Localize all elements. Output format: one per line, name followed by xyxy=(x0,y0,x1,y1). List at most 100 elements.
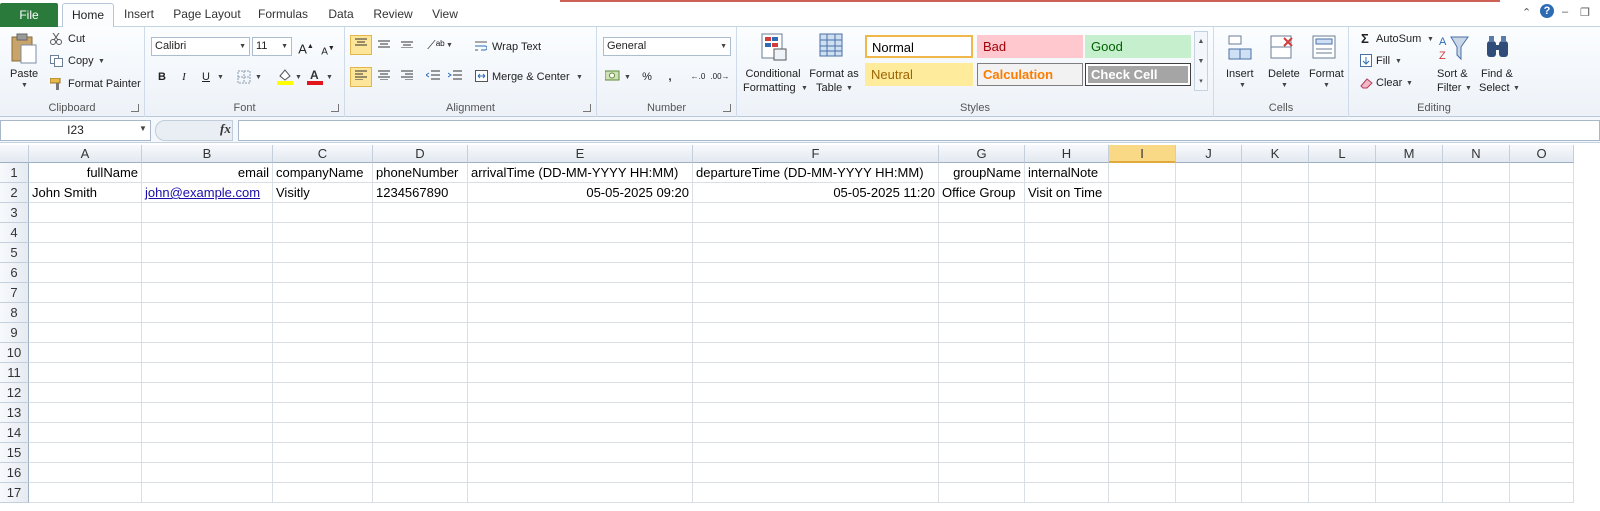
cell-o11[interactable] xyxy=(1510,363,1574,383)
cell-e11[interactable] xyxy=(468,363,693,383)
column-header-g[interactable]: G xyxy=(939,145,1025,163)
row-header-17[interactable]: 17 xyxy=(0,483,29,503)
cell-o5[interactable] xyxy=(1510,243,1574,263)
help-icon[interactable]: ? xyxy=(1540,4,1554,18)
cell-g10[interactable] xyxy=(939,343,1025,363)
cell-i9[interactable] xyxy=(1109,323,1176,343)
cell-e3[interactable] xyxy=(468,203,693,223)
cell-e6[interactable] xyxy=(468,263,693,283)
window-minimize-icon[interactable]: – xyxy=(1562,6,1568,18)
row-header-11[interactable]: 11 xyxy=(0,363,29,383)
cell-o17[interactable] xyxy=(1510,483,1574,503)
clear-button[interactable]: Clear xyxy=(1376,77,1402,89)
percent-button[interactable]: % xyxy=(636,67,658,87)
cell-l17[interactable] xyxy=(1309,483,1376,503)
paste-icon[interactable] xyxy=(10,33,38,65)
italic-button[interactable]: I xyxy=(173,67,195,87)
cell-m1[interactable] xyxy=(1376,163,1443,183)
cell-b17[interactable] xyxy=(142,483,273,503)
column-header-d[interactable]: D xyxy=(373,145,468,163)
format-as-table-label-1[interactable]: Format as xyxy=(809,68,859,80)
cell-a5[interactable] xyxy=(29,243,142,263)
format-button[interactable]: Format xyxy=(1309,68,1344,80)
tab-formulas[interactable]: Formulas xyxy=(254,6,312,27)
underline-dropdown-icon[interactable]: ▼ xyxy=(217,74,224,81)
cell-j12[interactable] xyxy=(1176,383,1242,403)
cell-o4[interactable] xyxy=(1510,223,1574,243)
delete-button[interactable]: Delete xyxy=(1268,68,1300,80)
orientation-button[interactable]: ⟋ᵃᵇ xyxy=(425,35,447,55)
column-header-e[interactable]: E xyxy=(468,145,693,163)
tab-home[interactable]: Home xyxy=(62,3,114,28)
cell-b14[interactable] xyxy=(142,423,273,443)
cell-m2[interactable] xyxy=(1376,183,1443,203)
cell-n11[interactable] xyxy=(1443,363,1510,383)
cell-c7[interactable] xyxy=(273,283,373,303)
cell-d14[interactable] xyxy=(373,423,468,443)
cell-o15[interactable] xyxy=(1510,443,1574,463)
cell-i11[interactable] xyxy=(1109,363,1176,383)
cell-d15[interactable] xyxy=(373,443,468,463)
cell-m4[interactable] xyxy=(1376,223,1443,243)
cell-c17[interactable] xyxy=(273,483,373,503)
cell-b12[interactable] xyxy=(142,383,273,403)
column-header-h[interactable]: H xyxy=(1025,145,1109,163)
cell-j13[interactable] xyxy=(1176,403,1242,423)
cell-d9[interactable] xyxy=(373,323,468,343)
cell-c16[interactable] xyxy=(273,463,373,483)
cell-m5[interactable] xyxy=(1376,243,1443,263)
cell-f2[interactable]: 05-05-2025 11:20 xyxy=(693,183,939,203)
cell-h11[interactable] xyxy=(1025,363,1109,383)
cell-l4[interactable] xyxy=(1309,223,1376,243)
tab-file[interactable]: File xyxy=(0,3,58,27)
clear-dropdown-icon[interactable]: ▼ xyxy=(1406,80,1413,87)
cell-l6[interactable] xyxy=(1309,263,1376,283)
align-top-button[interactable] xyxy=(350,35,372,55)
fill-dropdown-icon[interactable]: ▼ xyxy=(1395,58,1402,65)
cell-d8[interactable] xyxy=(373,303,468,323)
cell-g6[interactable] xyxy=(939,263,1025,283)
cell-i12[interactable] xyxy=(1109,383,1176,403)
cell-m6[interactable] xyxy=(1376,263,1443,283)
tab-page-layout[interactable]: Page Layout xyxy=(170,6,244,27)
cell-h4[interactable] xyxy=(1025,223,1109,243)
cell-g12[interactable] xyxy=(939,383,1025,403)
align-center-button[interactable] xyxy=(373,67,395,87)
cell-a16[interactable] xyxy=(29,463,142,483)
cell-o9[interactable] xyxy=(1510,323,1574,343)
cell-d6[interactable] xyxy=(373,263,468,283)
cell-l14[interactable] xyxy=(1309,423,1376,443)
currency-dropdown-icon[interactable]: ▼ xyxy=(624,74,631,81)
copy-button[interactable]: Copy xyxy=(68,55,94,67)
column-header-k[interactable]: K xyxy=(1242,145,1309,163)
cell-i8[interactable] xyxy=(1109,303,1176,323)
cell-k1[interactable] xyxy=(1242,163,1309,183)
cell-l8[interactable] xyxy=(1309,303,1376,323)
cell-h9[interactable] xyxy=(1025,323,1109,343)
cell-n14[interactable] xyxy=(1443,423,1510,443)
cell-e13[interactable] xyxy=(468,403,693,423)
cell-f17[interactable] xyxy=(693,483,939,503)
insert-function-icon[interactable]: fx xyxy=(220,121,231,137)
cell-n13[interactable] xyxy=(1443,403,1510,423)
cell-l15[interactable] xyxy=(1309,443,1376,463)
styles-gallery-scroll[interactable]: ▲ ▼ ▾ xyxy=(1194,31,1208,91)
wrap-text-button[interactable]: Wrap Text xyxy=(492,41,541,53)
cell-style-neutral[interactable]: Neutral xyxy=(865,63,973,86)
cell-k4[interactable] xyxy=(1242,223,1309,243)
cell-style-calculation[interactable]: Calculation xyxy=(977,63,1083,86)
cell-j9[interactable] xyxy=(1176,323,1242,343)
cell-k6[interactable] xyxy=(1242,263,1309,283)
cell-k15[interactable] xyxy=(1242,443,1309,463)
cell-o1[interactable] xyxy=(1510,163,1574,183)
cell-c15[interactable] xyxy=(273,443,373,463)
cell-a8[interactable] xyxy=(29,303,142,323)
align-middle-button[interactable] xyxy=(373,35,395,55)
cell-o8[interactable] xyxy=(1510,303,1574,323)
increase-decimal-button[interactable]: ←.0 xyxy=(687,67,709,87)
cell-h12[interactable] xyxy=(1025,383,1109,403)
cell-h10[interactable] xyxy=(1025,343,1109,363)
cell-k16[interactable] xyxy=(1242,463,1309,483)
cell-j3[interactable] xyxy=(1176,203,1242,223)
cell-o6[interactable] xyxy=(1510,263,1574,283)
